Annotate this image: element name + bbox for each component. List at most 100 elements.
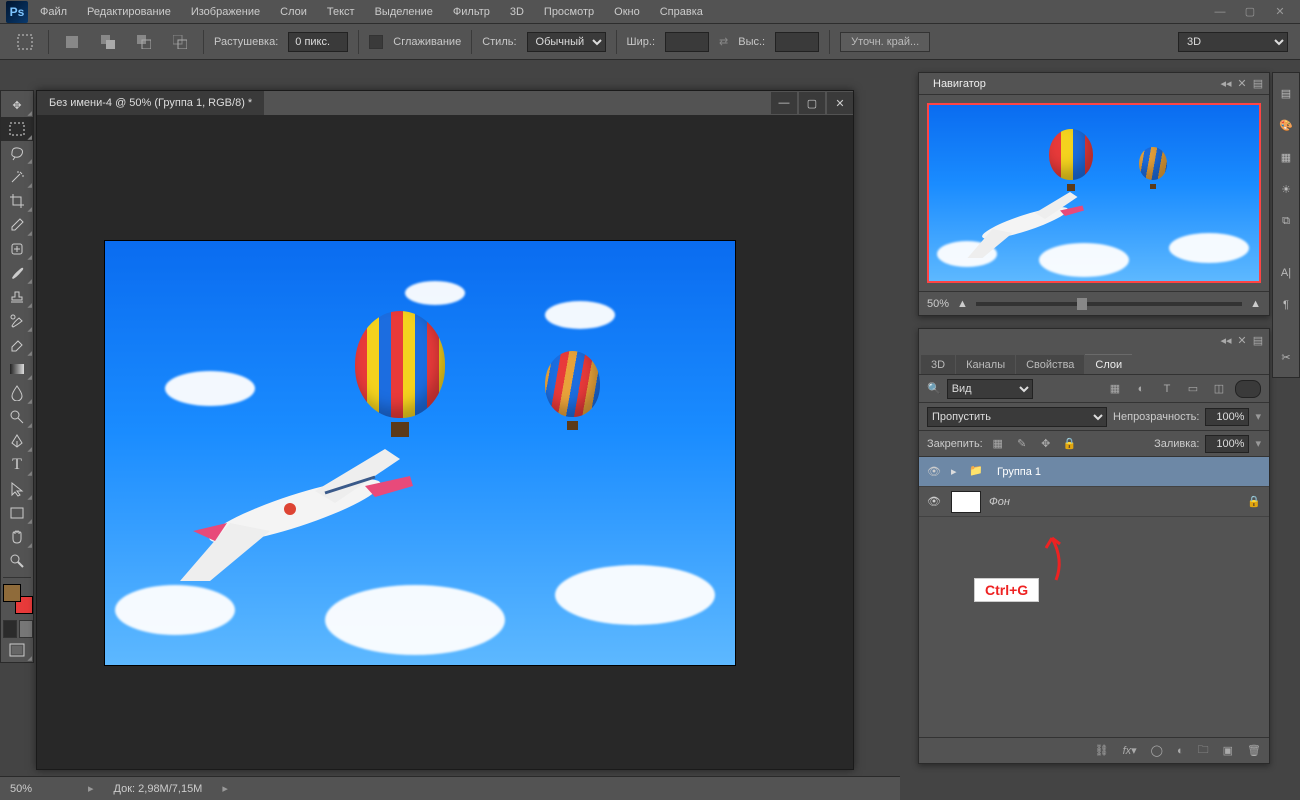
pen-tool-icon[interactable]: ◢ [1, 429, 33, 453]
window-maximize-icon[interactable]: ▢ [1236, 3, 1264, 21]
workspace-select[interactable]: 3D [1178, 32, 1288, 52]
screen-mode-icon[interactable]: ◢ [1, 638, 33, 662]
zoom-out-icon[interactable]: ▲ [957, 298, 968, 310]
style-select[interactable]: Обычный [527, 32, 606, 52]
window-close-icon[interactable]: ✕ [1266, 3, 1294, 21]
filter-toggle-icon[interactable] [1235, 380, 1261, 398]
lock-position-icon[interactable]: ✥ [1037, 436, 1055, 452]
shape-tool-icon[interactable]: ◢ [1, 501, 33, 525]
dodge-tool-icon[interactable]: ◢ [1, 405, 33, 429]
new-selection-icon[interactable] [59, 30, 85, 54]
filter-type-icon[interactable]: T [1157, 380, 1177, 398]
expand-icon[interactable]: ▸ [951, 465, 961, 478]
doc-minimize-icon[interactable]: — [771, 92, 797, 114]
fill-dropdown-icon[interactable]: ▾ [1255, 437, 1261, 450]
menu-window[interactable]: Окно [606, 2, 648, 22]
filter-shape-icon[interactable]: ▭ [1183, 380, 1203, 398]
intersect-selection-icon[interactable] [167, 30, 193, 54]
rect-marquee-tool-icon[interactable]: ◢ [1, 117, 33, 141]
crop-tool-icon[interactable]: ◢ [1, 189, 33, 213]
blur-tool-icon[interactable]: ◢ [1, 381, 33, 405]
layer-name[interactable]: Группа 1 [997, 466, 1041, 478]
layer-fx-icon[interactable]: fx▾ [1123, 744, 1137, 757]
magic-wand-tool-icon[interactable]: ◢ [1, 165, 33, 189]
filter-adjust-icon[interactable]: ◐ [1131, 380, 1151, 398]
menu-select[interactable]: Выделение [367, 2, 441, 22]
swatches-panel-icon[interactable]: ▦ [1276, 147, 1296, 167]
styles-panel-icon[interactable]: ⧉ [1276, 211, 1296, 231]
layer-row-background[interactable]: 👁 Фон 🔒 [919, 487, 1269, 517]
menu-edit[interactable]: Редактирование [79, 2, 179, 22]
layer-row-group[interactable]: 👁 ▸ 📁 Группа 1 [919, 457, 1269, 487]
menu-filter[interactable]: Фильтр [445, 2, 498, 22]
document-canvas[interactable] [105, 241, 735, 665]
blend-mode-select[interactable]: Пропустить [927, 407, 1107, 427]
link-layers-icon[interactable]: ⛓ [1095, 744, 1109, 757]
add-selection-icon[interactable] [95, 30, 121, 54]
tab-layers[interactable]: Слои [1085, 354, 1132, 374]
eraser-tool-icon[interactable]: ◢ [1, 333, 33, 357]
hand-tool-icon[interactable]: ◢ [1, 525, 33, 549]
panel-close-icon[interactable]: ✕ [1235, 77, 1249, 90]
feather-input[interactable] [288, 32, 348, 52]
panel-collapse-icon[interactable]: ◂◂ [1219, 334, 1233, 347]
menu-image[interactable]: Изображение [183, 2, 268, 22]
refine-edge-button[interactable]: Уточн. край... [840, 32, 930, 52]
tab-channels[interactable]: Каналы [956, 355, 1015, 374]
move-tool-icon[interactable]: ✥◢ [1, 93, 33, 117]
new-layer-icon[interactable]: ▣ [1223, 744, 1233, 757]
status-expand-icon[interactable]: ▸ [88, 782, 94, 795]
paragraph-panel-icon[interactable]: ¶ [1276, 295, 1296, 315]
tool-presets-icon[interactable]: ✂ [1276, 347, 1296, 367]
new-group-icon[interactable]: 🗀 [1198, 741, 1209, 760]
swap-dims-icon[interactable]: ⇄ [719, 35, 728, 48]
panel-menu-icon[interactable]: ▤ [1251, 334, 1265, 347]
eyedropper-tool-icon[interactable]: ◢ [1, 213, 33, 237]
color-swatches[interactable] [3, 584, 33, 614]
layer-name[interactable]: Фон [989, 496, 1010, 508]
lock-pixels-icon[interactable]: ✎ [1013, 436, 1031, 452]
filter-image-icon[interactable]: ▦ [1105, 380, 1125, 398]
gradient-tool-icon[interactable]: ◢ [1, 357, 33, 381]
tab-properties[interactable]: Свойства [1016, 355, 1084, 374]
history-panel-icon[interactable]: ▤ [1276, 83, 1296, 103]
document-tab[interactable]: Без имени-4 @ 50% (Группа 1, RGB/8) * [37, 91, 264, 115]
panel-menu-icon[interactable]: ▤ [1251, 77, 1265, 90]
healing-brush-tool-icon[interactable]: ◢ [1, 237, 33, 261]
adjust-panel-icon[interactable]: ☀ [1276, 179, 1296, 199]
quickmask-toggle[interactable] [3, 620, 33, 638]
type-tool-icon[interactable]: T◢ [1, 453, 33, 477]
status-zoom[interactable]: 50% [10, 783, 68, 795]
doc-maximize-icon[interactable]: ▢ [799, 92, 825, 114]
navigator-thumbnail[interactable] [927, 103, 1261, 283]
path-select-tool-icon[interactable]: ◢ [1, 477, 33, 501]
character-panel-icon[interactable]: A| [1276, 263, 1296, 283]
window-minimize-icon[interactable]: — [1206, 3, 1234, 21]
panel-collapse-icon[interactable]: ◂◂ [1219, 77, 1233, 90]
antialias-checkbox[interactable] [369, 35, 383, 49]
visibility-icon[interactable]: 👁 [927, 465, 943, 478]
color-panel-icon[interactable]: 🎨 [1276, 115, 1296, 135]
navigator-tab[interactable]: Навигатор [923, 75, 996, 93]
menu-3d[interactable]: 3D [502, 2, 532, 22]
navigator-zoom-slider[interactable] [976, 302, 1242, 306]
subtract-selection-icon[interactable] [131, 30, 157, 54]
layer-thumbnail[interactable] [951, 491, 981, 513]
lock-transparency-icon[interactable]: ▦ [989, 436, 1007, 452]
adjustment-layer-icon[interactable]: ◐ [1177, 745, 1184, 757]
marquee-tool-icon[interactable] [12, 30, 38, 54]
menu-view[interactable]: Просмотр [536, 2, 602, 22]
lasso-tool-icon[interactable]: ◢ [1, 141, 33, 165]
stamp-tool-icon[interactable]: ◢ [1, 285, 33, 309]
opacity-dropdown-icon[interactable]: ▾ [1255, 410, 1261, 423]
width-input[interactable] [665, 32, 709, 52]
history-brush-tool-icon[interactable]: ◢ [1, 309, 33, 333]
layer-filter-select[interactable]: Вид [947, 379, 1033, 399]
panel-close-icon[interactable]: ✕ [1235, 334, 1249, 347]
tab-3d[interactable]: 3D [921, 355, 955, 374]
menu-layers[interactable]: Слои [272, 2, 315, 22]
lock-all-icon[interactable]: 🔒 [1061, 436, 1079, 452]
fill-input[interactable] [1205, 435, 1249, 453]
menu-help[interactable]: Справка [652, 2, 711, 22]
zoom-tool-icon[interactable] [1, 549, 33, 573]
